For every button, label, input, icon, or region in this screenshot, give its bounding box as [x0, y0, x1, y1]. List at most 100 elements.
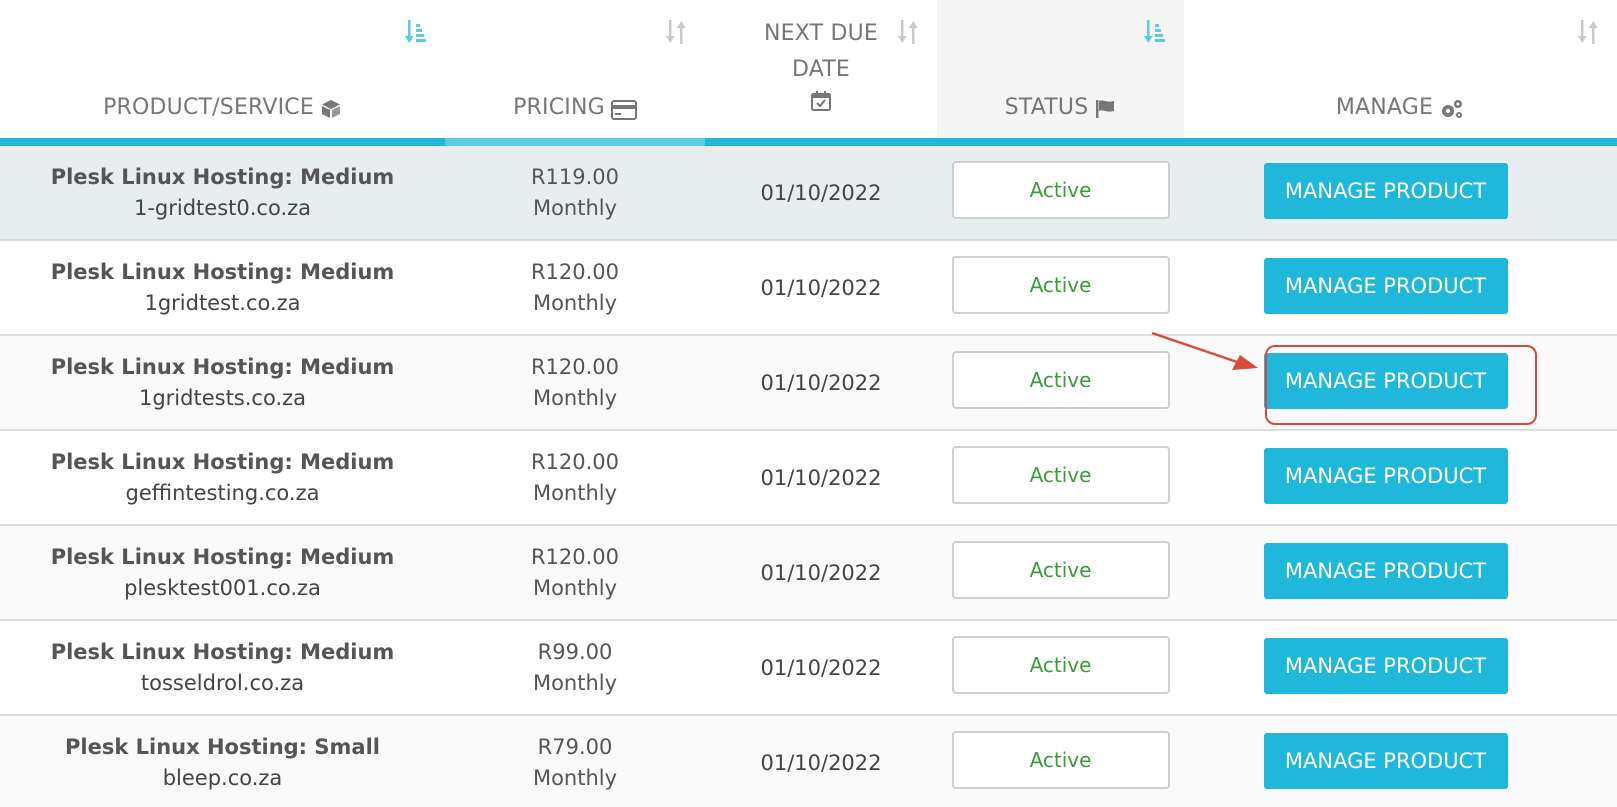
cell-next-due-date: 01/10/2022: [705, 336, 937, 429]
column-header-pricing[interactable]: PRICING: [445, 0, 705, 146]
cell-next-due-date: 01/10/2022: [705, 526, 937, 619]
column-label-pricing: PRICING: [513, 95, 605, 120]
billing-cycle: Monthly: [532, 765, 618, 790]
table-row[interactable]: Plesk Linux Hosting: Medium 1gridtest.co…: [0, 241, 1617, 336]
price-amount: R79.00: [537, 734, 613, 759]
table-row[interactable]: Plesk Linux Hosting: Medium 1-gridtest0.…: [0, 146, 1617, 241]
column-header-status[interactable]: STATUS: [937, 0, 1184, 146]
cell-manage: MANAGE PRODUCT: [1184, 336, 1617, 429]
cell-pricing: R120.00 Monthly: [445, 241, 705, 334]
status-badge: Active: [951, 445, 1170, 504]
product-domain: plesktest001.co.za: [124, 575, 321, 600]
due-date: 01/10/2022: [760, 655, 882, 680]
column-label-due-line2: DATE: [791, 57, 851, 82]
manage-product-button[interactable]: MANAGE PRODUCT: [1263, 257, 1508, 314]
cell-pricing: R119.00 Monthly: [445, 146, 705, 239]
billing-cycle: Monthly: [532, 290, 618, 315]
due-date: 01/10/2022: [760, 465, 882, 490]
table-row[interactable]: Plesk Linux Hosting: Medium geffintestin…: [0, 431, 1617, 526]
status-badge: Active: [951, 635, 1170, 694]
price-amount: R120.00: [530, 544, 620, 569]
cell-status: Active: [937, 621, 1184, 714]
cogs-icon: [1442, 100, 1463, 118]
table-row[interactable]: Plesk Linux Hosting: Small bleep.co.za R…: [0, 716, 1617, 807]
cell-manage: MANAGE PRODUCT: [1184, 146, 1617, 239]
column-header-manage[interactable]: MANAGE: [1184, 0, 1617, 146]
cell-status: Active: [937, 241, 1184, 334]
services-table: PRODUCT/SERVICE PRICING NEXT DUE DATE ST…: [0, 0, 1617, 807]
cell-next-due-date: 01/10/2022: [705, 621, 937, 714]
cell-next-due-date: 01/10/2022: [705, 241, 937, 334]
column-label-product: PRODUCT/SERVICE: [103, 95, 314, 120]
sort-amount-icon[interactable]: [405, 18, 427, 46]
cell-pricing: R99.00 Monthly: [445, 621, 705, 714]
product-name: Plesk Linux Hosting: Medium: [50, 544, 395, 569]
column-header-next-due-date[interactable]: NEXT DUE DATE: [705, 0, 937, 146]
cell-manage: MANAGE PRODUCT: [1184, 526, 1617, 619]
cell-status: Active: [937, 336, 1184, 429]
manage-product-button[interactable]: MANAGE PRODUCT: [1263, 352, 1508, 409]
product-name: Plesk Linux Hosting: Medium: [50, 354, 395, 379]
sort-amount-icon[interactable]: [1144, 18, 1166, 46]
manage-product-button[interactable]: MANAGE PRODUCT: [1263, 732, 1508, 789]
due-date: 01/10/2022: [760, 275, 882, 300]
calendar-check-icon: [811, 91, 831, 111]
manage-product-button[interactable]: MANAGE PRODUCT: [1263, 162, 1508, 219]
cell-manage: MANAGE PRODUCT: [1184, 431, 1617, 524]
flag-icon: [1096, 100, 1115, 118]
price-amount: R119.00: [530, 164, 620, 189]
due-date: 01/10/2022: [760, 560, 882, 585]
product-domain: geffintesting.co.za: [125, 480, 320, 505]
table-header: PRODUCT/SERVICE PRICING NEXT DUE DATE ST…: [0, 0, 1617, 146]
table-body: Plesk Linux Hosting: Medium 1-gridtest0.…: [0, 146, 1617, 807]
cell-pricing: R120.00 Monthly: [445, 336, 705, 429]
manage-product-button[interactable]: MANAGE PRODUCT: [1263, 447, 1508, 504]
cell-product: Plesk Linux Hosting: Medium 1gridtest.co…: [0, 241, 445, 334]
product-name: Plesk Linux Hosting: Medium: [50, 164, 395, 189]
table-row[interactable]: Plesk Linux Hosting: Medium plesktest001…: [0, 526, 1617, 621]
product-domain: 1gridtests.co.za: [138, 385, 307, 410]
column-label-status: STATUS: [1004, 95, 1089, 120]
price-amount: R120.00: [530, 259, 620, 284]
status-badge: Active: [951, 160, 1170, 219]
cell-status: Active: [937, 431, 1184, 524]
product-name: Plesk Linux Hosting: Small: [65, 734, 380, 759]
cell-product: Plesk Linux Hosting: Small bleep.co.za: [0, 716, 445, 807]
cell-next-due-date: 01/10/2022: [705, 716, 937, 807]
manage-product-button[interactable]: MANAGE PRODUCT: [1263, 637, 1508, 694]
cell-product: Plesk Linux Hosting: Medium 1-gridtest0.…: [0, 146, 445, 239]
credit-card-icon: [610, 100, 637, 120]
column-label-manage: MANAGE: [1335, 95, 1434, 120]
cell-product: Plesk Linux Hosting: Medium 1gridtests.c…: [0, 336, 445, 429]
product-domain: 1gridtest.co.za: [144, 290, 301, 315]
product-domain: tosseldrol.co.za: [140, 670, 305, 695]
table-row[interactable]: Plesk Linux Hosting: Medium 1gridtests.c…: [0, 336, 1617, 431]
cell-product: Plesk Linux Hosting: Medium geffintestin…: [0, 431, 445, 524]
table-row[interactable]: Plesk Linux Hosting: Medium tosseldrol.c…: [0, 621, 1617, 716]
header-underline: [0, 138, 445, 146]
cell-pricing: R120.00 Monthly: [445, 431, 705, 524]
manage-product-button[interactable]: MANAGE PRODUCT: [1263, 542, 1508, 599]
product-domain: 1-gridtest0.co.za: [133, 195, 312, 220]
product-domain: bleep.co.za: [162, 765, 283, 790]
product-name: Plesk Linux Hosting: Medium: [50, 259, 395, 284]
due-date: 01/10/2022: [760, 750, 882, 775]
column-header-product[interactable]: PRODUCT/SERVICE: [0, 0, 445, 146]
cell-next-due-date: 01/10/2022: [705, 146, 937, 239]
status-badge: Active: [951, 730, 1170, 789]
column-label-due-line1: NEXT DUE: [763, 21, 879, 46]
cell-manage: MANAGE PRODUCT: [1184, 716, 1617, 807]
cell-manage: MANAGE PRODUCT: [1184, 241, 1617, 334]
product-name: Plesk Linux Hosting: Medium: [50, 639, 395, 664]
price-amount: R99.00: [537, 639, 613, 664]
header-underline: [445, 138, 705, 146]
sort-icon[interactable]: [665, 18, 687, 46]
cell-status: Active: [937, 526, 1184, 619]
billing-cycle: Monthly: [532, 480, 618, 505]
cell-status: Active: [937, 716, 1184, 807]
due-date: 01/10/2022: [760, 180, 882, 205]
status-badge: Active: [951, 255, 1170, 314]
sort-icon[interactable]: [1577, 18, 1599, 46]
price-amount: R120.00: [530, 449, 620, 474]
billing-cycle: Monthly: [532, 670, 618, 695]
